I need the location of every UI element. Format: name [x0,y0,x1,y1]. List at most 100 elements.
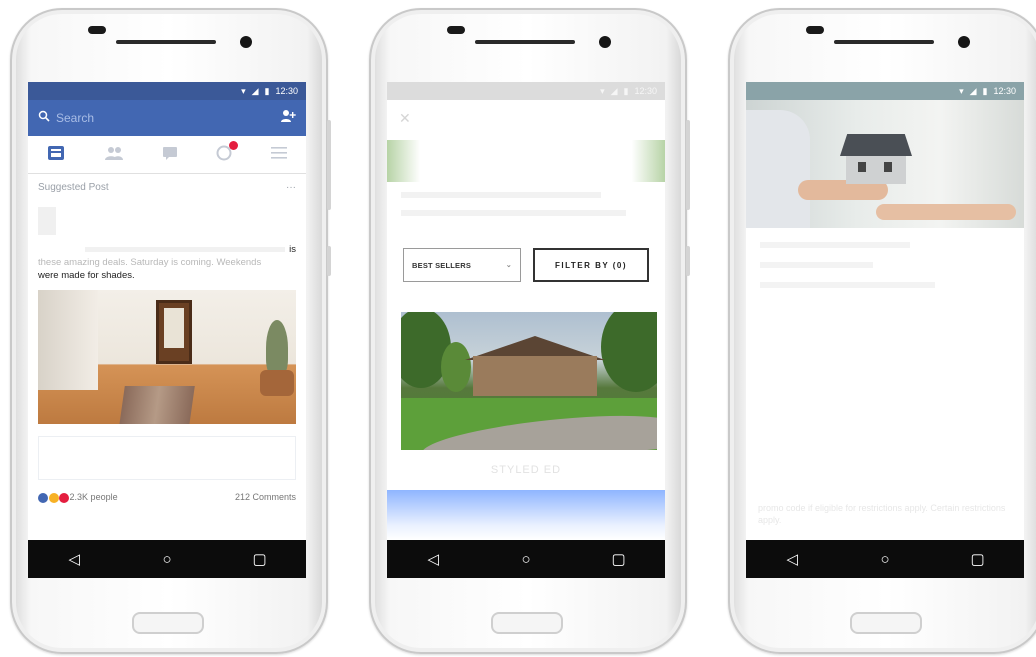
post-photo-living-room[interactable] [38,290,296,424]
faded-content [387,182,665,246]
recents-icon[interactable]: ▢ [240,550,280,568]
home-icon[interactable]: ○ [865,551,905,568]
screen: ▾ ◢ ▮ 12:30 promo code if eligible for r… [746,82,1024,578]
android-nav-bar: ◁ ○ ▢ [387,540,665,578]
phone-mockup-real-estate: ▾ ◢ ▮ 12:30 promo code if eligible for r… [728,8,1036,654]
battery-icon: ▮ [982,85,988,96]
styled-label: STYLED ED [490,464,562,476]
phone-mockup-facebook: ▾ ◢ ▮ 12:30 Search Suggested Post ··· is… [10,8,331,654]
wifi-icon: ▾ [241,85,246,96]
faded-line [760,242,910,248]
news-feed-icon[interactable] [47,145,65,165]
screen: ▾ ◢ ▮ 12:30 ✕ BEST SELLERS ⌄ FILTER BY (… [387,82,665,578]
clock: 12:30 [275,86,298,96]
home-icon[interactable]: ○ [147,551,187,568]
house-model [846,152,906,184]
home-icon[interactable]: ○ [506,551,546,568]
home-button[interactable] [132,612,204,634]
tree [601,312,657,392]
sort-filter-row: BEST SELLERS ⌄ FILTER BY (0) [387,248,665,282]
faded-content [746,228,1024,316]
love-reaction-icon [59,492,70,503]
friends-icon[interactable] [104,146,124,164]
power-button [686,120,690,210]
recents-icon[interactable]: ▢ [599,550,639,568]
reactions-row: 2.3K people 212 Comments [38,492,296,503]
friend-requests-icon[interactable] [280,109,296,128]
caption-line-1: is [38,243,296,256]
search-icon [38,109,50,127]
search-placeholder[interactable]: Search [56,111,280,125]
recents-icon[interactable]: ▢ [958,550,998,568]
house-model-roof [840,134,912,156]
home-button[interactable] [491,612,563,634]
caption-tail: is [289,244,296,255]
reactions[interactable]: 2.3K people [38,492,118,503]
wifi-icon: ▾ [959,85,964,96]
phone-mockup-shop: ▾ ◢ ▮ 12:30 ✕ BEST SELLERS ⌄ FILTER BY (… [369,8,690,654]
promo-banner[interactable] [387,140,665,182]
wow-reaction-icon [48,492,59,503]
suggested-label: Suggested Post [38,182,109,193]
back-icon[interactable]: ◁ [413,550,453,568]
search-bar[interactable]: Search [28,100,306,136]
window [858,162,866,172]
app-header: ✕ [387,100,665,136]
chevron-down-icon: ⌄ [505,262,512,269]
android-nav-bar: ◁ ○ ▢ [746,540,1024,578]
volume-button [686,246,690,276]
caption-line-3: were made for shades. [38,270,135,281]
pot [260,370,294,396]
back-icon[interactable]: ◁ [54,550,94,568]
disclaimer-text: promo code if eligible for restrictions … [758,503,1006,525]
filter-button[interactable]: FILTER BY (0) [533,248,649,282]
hero-photo-house-model[interactable] [746,100,1024,228]
android-nav-bar: ◁ ○ ▢ [28,540,306,578]
battery-icon: ▮ [623,85,629,96]
front-camera [599,36,611,48]
power-button [327,120,331,210]
faded-line [760,282,935,288]
wifi-icon: ▾ [600,85,605,96]
menu-icon[interactable] [270,146,287,163]
sort-label: BEST SELLERS [412,260,472,270]
close-icon[interactable]: ✕ [399,110,411,127]
faded-line [760,262,873,268]
arm [746,110,810,228]
reactions-count: 2.3K people [69,492,118,502]
link-preview[interactable] [38,436,296,480]
window [884,162,892,172]
front-camera [240,36,252,48]
faded-line [401,210,626,216]
signal-icon: ◢ [251,85,259,96]
volume-button [327,246,331,276]
rug [119,386,195,424]
signal-icon: ◢ [969,85,977,96]
tab-bar [28,136,306,174]
post-header: Suggested Post ··· [28,174,306,193]
notifications-icon[interactable] [216,140,239,165]
like-reaction-icon [38,492,48,503]
more-options-icon[interactable]: ··· [286,182,296,193]
comments-count[interactable]: 212 Comments [235,492,296,502]
product-photo-house[interactable] [401,312,657,450]
status-bar: ▾ ◢ ▮ 12:30 [387,82,665,100]
bottom-cta-fade[interactable] [387,490,665,540]
plant [266,320,288,376]
sensor [806,26,824,34]
back-icon[interactable]: ◁ [772,550,812,568]
messages-icon[interactable] [162,146,178,164]
speaker-grille [834,40,934,44]
status-bar: ▾ ◢ ▮ 12:30 [28,82,306,100]
speaker-grille [475,40,575,44]
door-window [164,308,184,348]
status-bar: ▾ ◢ ▮ 12:30 [746,82,1024,100]
house [473,356,597,396]
front-camera [958,36,970,48]
sort-dropdown[interactable]: BEST SELLERS ⌄ [403,248,521,282]
sensor [447,26,465,34]
screen: ▾ ◢ ▮ 12:30 Search Suggested Post ··· is… [28,82,306,578]
receiving-hand [876,204,1016,220]
home-button[interactable] [850,612,922,634]
page-avatar[interactable] [38,207,56,235]
